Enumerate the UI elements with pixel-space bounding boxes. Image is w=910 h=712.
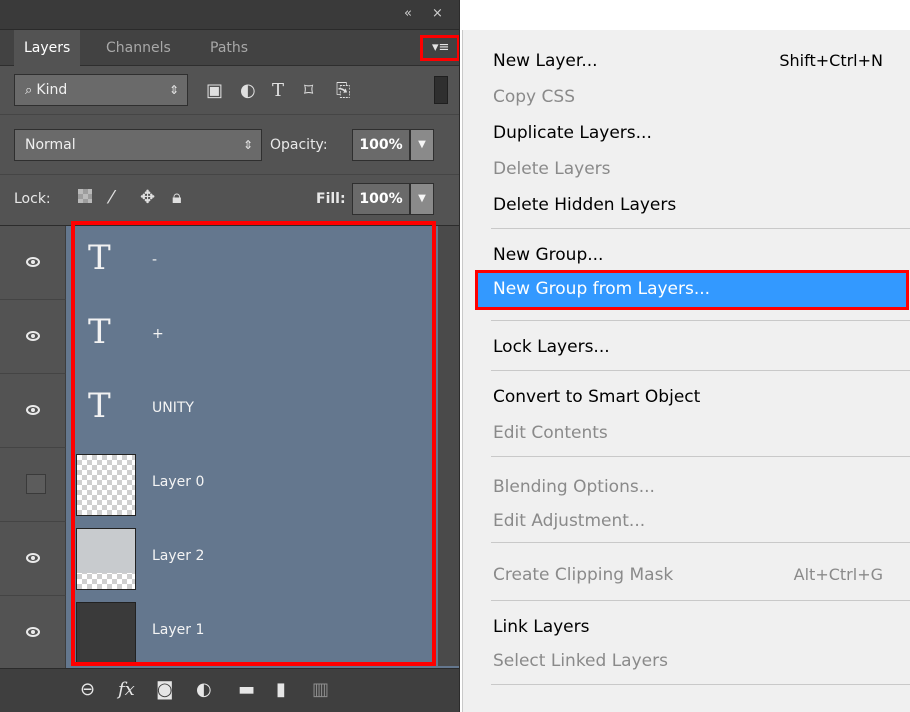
menu-item-delete-layers: Delete Layers — [493, 159, 611, 179]
layers-scrollbar[interactable] — [438, 226, 459, 666]
visibility-toggle[interactable] — [0, 448, 66, 522]
panel-menu-button[interactable]: ▾≡ — [420, 35, 459, 61]
opacity-label: Opacity: — [270, 137, 328, 153]
visibility-toggle[interactable] — [0, 300, 66, 374]
tab-channels[interactable]: Channels — [96, 30, 181, 66]
layers-panel: « × Layers Channels Paths ▾≡ ⌕ Kind ⇕ ▣ … — [0, 0, 460, 712]
opacity-dropdown-button[interactable]: ▼ — [410, 129, 434, 161]
menu-item-label: Create Clipping Mask — [493, 565, 674, 585]
lock-all-icon[interactable]: 🔒︎ — [172, 189, 182, 207]
fill-label: Fill: — [316, 191, 346, 207]
menu-separator — [491, 228, 910, 229]
fx-icon[interactable]: fx — [118, 679, 135, 701]
visibility-toggle[interactable] — [0, 522, 66, 596]
trash-icon[interactable]: ▥ — [312, 679, 329, 701]
menu-item-new-layer[interactable]: New Layer... Shift+Ctrl+N — [493, 48, 893, 74]
fill-field[interactable]: 100% — [352, 183, 410, 215]
image-filter-icon[interactable]: ▣ — [206, 82, 223, 100]
menu-item-label: New Group from Layers... — [493, 279, 711, 299]
eye-icon — [26, 331, 40, 341]
menu-item-convert-to-smart-object[interactable]: Convert to Smart Object — [493, 384, 893, 410]
menu-item-link-layers[interactable]: Link Layers — [493, 614, 893, 640]
filter-toggle-switch[interactable] — [434, 76, 448, 104]
lock-row: Lock: ⁄ ✥ 🔒︎ Fill: 100% ▼ — [0, 174, 459, 226]
menu-separator — [491, 684, 910, 685]
smart-object-filter-icon[interactable]: ⎘ — [336, 82, 350, 100]
menu-separator — [491, 542, 910, 543]
shape-filter-icon[interactable]: ⌑ — [304, 82, 313, 100]
panel-flyout-menu: New Layer... Shift+Ctrl+N Copy CSS Dupli… — [462, 30, 910, 712]
close-icon[interactable]: × — [432, 6, 443, 21]
panel-tabs: Layers Channels Paths ▾≡ — [0, 30, 459, 67]
hidden-visibility-box — [26, 474, 46, 494]
eye-icon — [26, 627, 40, 637]
visibility-toggle[interactable] — [0, 596, 66, 670]
tab-layers[interactable]: Layers — [14, 30, 81, 67]
menu-separator — [491, 600, 910, 601]
menu-separator — [491, 456, 910, 457]
menu-item-shortcut: Alt+Ctrl+G — [793, 565, 883, 584]
menu-item-select-linked-layers: Select Linked Layers — [493, 651, 668, 671]
menu-item-lock-layers[interactable]: Lock Layers... — [493, 334, 893, 360]
visibility-toggle[interactable] — [0, 226, 66, 300]
lock-transparent-pixels-icon[interactable] — [78, 189, 94, 205]
menu-item-duplicate-layers[interactable]: Duplicate Layers... — [493, 120, 893, 146]
visibility-toggle[interactable] — [0, 374, 66, 448]
adjustment-filter-icon[interactable]: ◐ — [240, 82, 256, 100]
lock-position-icon[interactable]: ✥ — [140, 189, 155, 207]
panel-title-bar: « × — [0, 0, 459, 30]
menu-item-blending-options: Blending Options... — [493, 477, 655, 497]
menu-item-delete-hidden-layers[interactable]: Delete Hidden Layers — [493, 192, 893, 218]
layers-bottom-toolbar: ⊖ fx ◙ ◐ ▬ ▮ ▥ — [0, 668, 459, 712]
search-icon: ⌕ — [25, 83, 37, 98]
eye-icon — [26, 257, 40, 267]
menu-item-edit-contents: Edit Contents — [493, 423, 608, 443]
collapse-icon[interactable]: « — [404, 6, 412, 21]
menu-item-new-group[interactable]: New Group... — [493, 242, 893, 268]
lock-label: Lock: — [14, 191, 51, 207]
menu-item-label: New Layer... — [493, 51, 598, 71]
eye-icon — [26, 553, 40, 563]
filter-kind-select[interactable]: ⌕ Kind ⇕ — [14, 74, 188, 106]
adjustment-layer-icon[interactable]: ◐ — [196, 679, 212, 701]
add-mask-icon[interactable]: ◙ — [156, 679, 173, 701]
filter-kind-label: Kind — [36, 82, 68, 98]
tab-paths[interactable]: Paths — [200, 30, 258, 66]
blend-mode-select[interactable]: Normal ⇕ — [14, 129, 262, 161]
menu-item-shortcut: Shift+Ctrl+N — [779, 51, 883, 70]
blend-mode-value: Normal — [25, 137, 76, 153]
menu-item-edit-adjustment: Edit Adjustment... — [493, 511, 646, 531]
menu-item-create-clipping-mask: Create Clipping Mask Alt+Ctrl+G — [493, 562, 893, 588]
new-group-icon[interactable]: ▬ — [238, 679, 255, 701]
panel-menu-icon: ▾≡ — [432, 40, 450, 55]
opacity-field[interactable]: 100% — [352, 129, 410, 161]
selection-annotation-box — [71, 221, 436, 666]
type-filter-icon[interactable]: T — [272, 82, 284, 100]
eye-icon — [26, 405, 40, 415]
lock-image-pixels-icon[interactable]: ⁄ — [110, 189, 113, 207]
menu-separator — [491, 320, 910, 321]
blend-row: Normal ⇕ Opacity: 100% ▼ — [0, 114, 459, 174]
select-arrows-icon: ⇕ — [242, 138, 253, 152]
select-arrows-icon: ⇕ — [168, 83, 179, 97]
filter-row: ⌕ Kind ⇕ ▣ ◐ T ⌑ ⎘ — [0, 66, 459, 114]
fill-dropdown-button[interactable]: ▼ — [410, 183, 434, 215]
menu-item-copy-css: Copy CSS — [493, 87, 575, 107]
menu-separator — [491, 370, 910, 371]
menu-item-new-group-from-layers[interactable]: New Group from Layers... — [475, 270, 909, 310]
new-layer-icon[interactable]: ▮ — [276, 679, 286, 701]
link-layers-icon[interactable]: ⊖ — [80, 679, 95, 701]
